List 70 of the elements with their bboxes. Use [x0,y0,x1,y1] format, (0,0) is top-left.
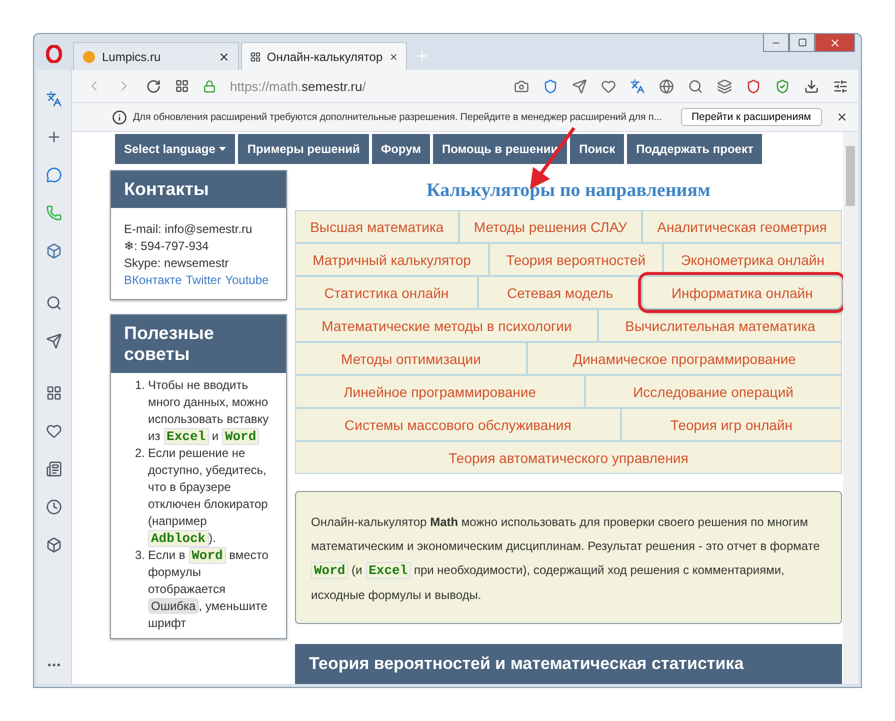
camera-icon[interactable] [514,78,529,94]
maximize-icon [798,38,806,47]
social-link[interactable]: Youtube [225,273,269,287]
tip-text: Чтобы не вводить много данных, можно использовать вставку из Excel и Word [148,377,270,445]
address-field[interactable]: https://math.semestr.ru/ [230,78,500,94]
shield-check-icon[interactable] [775,78,790,94]
calculator-link[interactable]: Матричный калькулятор [295,243,489,276]
social-link[interactable]: Twitter [186,273,222,287]
scrollbar[interactable] [843,132,858,684]
calculator-link[interactable]: Статистика онлайн [295,276,478,309]
calculator-link[interactable]: Теория игр онлайн [620,408,842,441]
search-icon[interactable] [688,78,703,94]
nav-link[interactable]: Форум [372,134,430,164]
nav-link[interactable]: Поиск [570,134,624,164]
calculator-link[interactable]: Исследование операций [584,375,842,408]
settings-icon[interactable] [833,78,848,94]
nav-link[interactable]: Помощь в решении [433,134,568,164]
nav-link[interactable]: Примеры решений [238,134,369,164]
panel-title: Контакты [111,171,286,208]
about-text: Онлайн-калькулятор Math можно использовать для проверки своего решения по многим математическим и экономическим дисциплинам. Результат решения - это отчет в формате Word (и Excel при необходимости), содержащий ход решения с комментариями, исходные формулы и выводы. [295,491,842,624]
calculator-link[interactable]: Линейное программирование [295,375,585,408]
contact-line: ❄: 594-797-934 [124,238,210,255]
info-icon [112,110,127,124]
browser-tab[interactable]: Lumpics.ru [73,42,239,70]
layers-icon[interactable] [717,78,732,94]
contact-line: E-mail: info@semestr.ru [124,221,254,238]
contact-line: Skype: newsemestr [124,255,230,272]
extensions-button[interactable]: Перейти к расширениям [680,108,822,126]
translate-icon[interactable] [630,78,645,94]
browser-tab[interactable]: Онлайн-калькулятор [241,42,407,70]
grid-icon[interactable] [175,79,189,93]
tip-text: Если решение не доступно, убедитесь, что в браузере отключен блокиратор (например Adblock ). [148,445,269,547]
calculator-link[interactable]: Сетевая модель [478,276,642,309]
close-icon [829,36,841,48]
shield-icon[interactable] [746,78,761,94]
calculator-link[interactable]: Математические методы в психологии [295,309,598,342]
calculator-link[interactable]: Теория вероятностей [488,243,664,276]
calculator-link[interactable]: Вычислительная математика [598,309,842,342]
calculator-link[interactable]: Методы оптимизации [295,342,527,375]
lock-icon [203,80,216,92]
list-number: 1. [134,377,145,394]
close-button[interactable] [815,34,855,52]
calculator-link[interactable]: Аналитическая геометрия [642,210,842,243]
download-icon[interactable] [804,78,819,94]
calculator-link[interactable]: Динамическое программирование [526,342,842,375]
globe-icon[interactable] [659,78,674,94]
calculator-link[interactable]: Эконометрика онлайн [663,243,842,276]
section-header: Теория вероятностей и математическая статистика [295,644,842,684]
panel-title: Полезные советы [111,315,286,373]
social-link[interactable]: ВКонтакте [124,273,182,287]
caret-icon [219,147,226,151]
tip-text: Если в Word вместо формулы отображается Ошибка , уменьшите шрифт [148,547,270,632]
shield-icon[interactable] [543,78,558,94]
grid-icon [250,50,261,64]
calculator-link[interactable]: Теория автоматического управления [295,441,842,474]
send-icon[interactable] [572,78,587,94]
close-icon[interactable] [836,111,848,123]
heart-icon[interactable] [601,78,616,94]
close-tab-icon[interactable] [218,50,230,62]
list-number: 2. [134,445,145,462]
nav-link[interactable]: Поддержать проект [627,134,762,164]
calculator-link[interactable]: Системы массового обслуживания [295,408,621,441]
infobar-message: Для обновления расширений требуются дополнительные разрешения. Перейдите в менеджер расширений для п... [133,112,663,122]
maximize-button[interactable] [789,34,815,52]
calculator-link[interactable]: Методы решения СЛАУ [458,210,642,243]
calculator-link[interactable]: Высшая математика [295,210,459,243]
section-heading: Калькуляторы по направлениям [426,179,712,203]
nav-link[interactable]: Select language [115,134,236,164]
list-number: 3. [134,547,145,564]
reload-icon[interactable] [146,78,161,94]
